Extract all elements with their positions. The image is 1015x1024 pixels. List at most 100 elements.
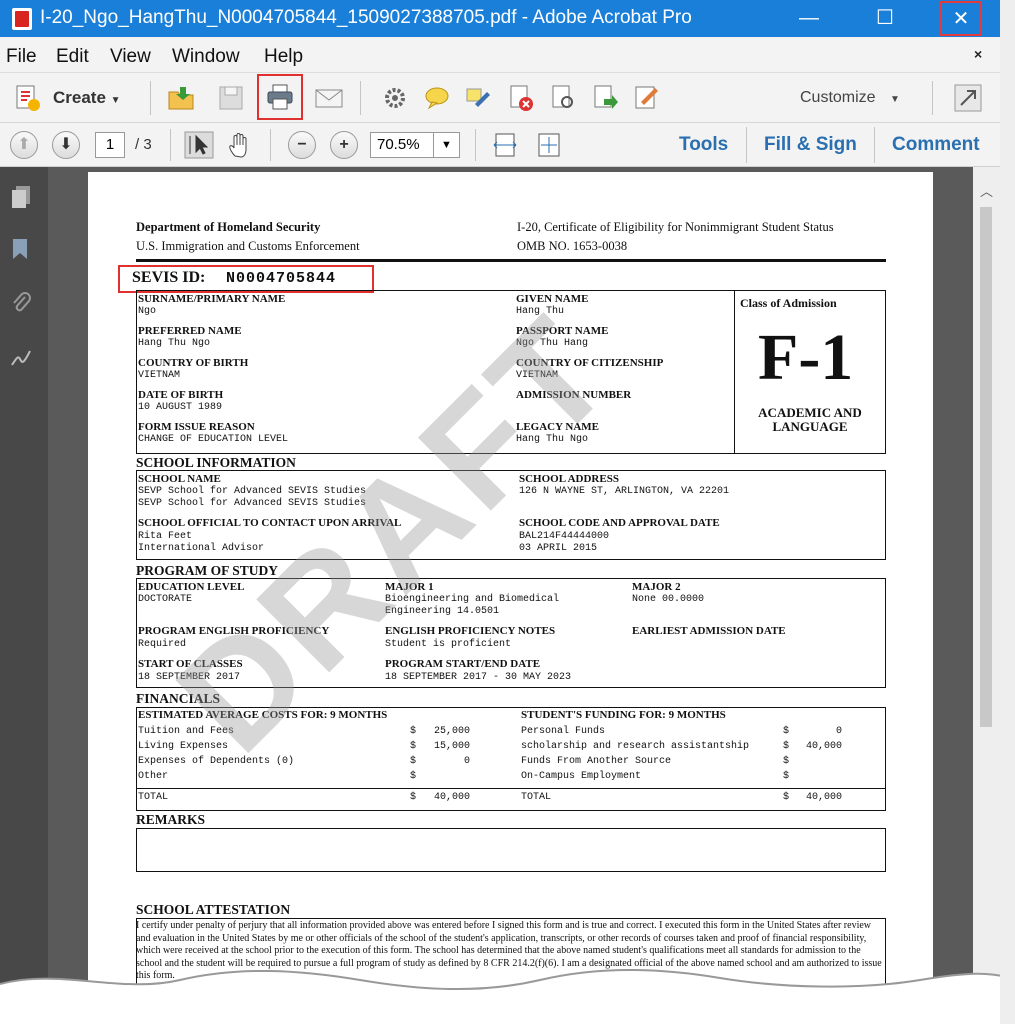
- education-level-value: DOCTORATE: [138, 594, 193, 605]
- toolbar-separator: [475, 129, 476, 161]
- minimize-button[interactable]: —: [786, 0, 832, 37]
- total-cost-label: TOTAL: [138, 792, 169, 803]
- next-page-button[interactable]: ⬇: [52, 131, 80, 159]
- financials-total-rule: [136, 788, 886, 789]
- hand-tool-icon[interactable]: [226, 131, 256, 159]
- menu-view[interactable]: View: [110, 46, 151, 68]
- main-toolbar: Create ▼ Customize ▼: [0, 73, 1000, 123]
- date-of-birth-label: DATE OF BIRTH: [138, 389, 224, 401]
- program-dates-label: PROGRAM START/END DATE: [385, 658, 541, 670]
- print-button[interactable]: [257, 74, 303, 120]
- navigation-toolbar: ⬆ ⬇ 1 / 3 − + 70.5% ▼ Tools Fill & Sign …: [0, 123, 1000, 167]
- zoom-dropdown-button[interactable]: ▼: [434, 132, 460, 158]
- select-cursor-icon[interactable]: [184, 131, 214, 159]
- school-official-name: Rita Feet: [138, 531, 193, 542]
- save-icon[interactable]: [216, 83, 246, 113]
- page-thumbnails-icon[interactable]: [10, 185, 32, 209]
- sevis-id-value: N0004705844: [226, 270, 337, 287]
- comment-pane-button[interactable]: Comment: [892, 134, 980, 156]
- fit-width-icon[interactable]: [492, 132, 518, 158]
- school-info-heading: SCHOOL INFORMATION: [136, 455, 296, 470]
- header-department: Department of Homeland Security: [136, 220, 321, 234]
- zoom-level-input[interactable]: 70.5%: [370, 132, 434, 158]
- total-funding-value: 40,000: [805, 792, 842, 803]
- scrollbar-thumb[interactable]: [980, 207, 992, 727]
- cost-item: Other: [138, 771, 169, 782]
- scroll-up-arrow-icon[interactable]: ︿: [980, 181, 993, 200]
- school-code-value: BAL214F44444000: [519, 531, 610, 542]
- funding-amount: 0: [835, 726, 842, 737]
- funding-item: Personal Funds: [521, 726, 606, 737]
- sevis-id-highlight: SEVIS ID: N0004705844: [118, 265, 374, 293]
- funding-label: STUDENT'S FUNDING FOR: 9 MONTHS: [521, 709, 726, 721]
- toolbar-separator: [746, 127, 747, 163]
- previous-page-button[interactable]: ⬆: [10, 131, 38, 159]
- create-button[interactable]: Create ▼: [53, 88, 121, 108]
- country-of-birth-label: COUNTRY OF BIRTH: [138, 357, 249, 369]
- funding-currency: $: [783, 756, 790, 767]
- cost-currency: $: [410, 741, 417, 752]
- zoom-out-button[interactable]: −: [288, 131, 316, 159]
- funding-item: On-Campus Employment: [521, 771, 642, 782]
- class-of-admission-value: F-1: [758, 321, 854, 394]
- menu-file[interactable]: File: [6, 46, 37, 68]
- funding-amount: 40,000: [805, 741, 842, 752]
- edit-form-icon[interactable]: [632, 83, 662, 113]
- menu-edit[interactable]: Edit: [56, 46, 89, 68]
- form-issue-reason-label: FORM ISSUE REASON: [138, 421, 255, 433]
- sevis-id-label: SEVIS ID:: [132, 269, 206, 286]
- close-document-button[interactable]: ×: [974, 46, 982, 62]
- acrobat-pdf-icon: [12, 8, 32, 30]
- attestation-heading: SCHOOL ATTESTATION: [136, 902, 291, 917]
- expand-icon[interactable]: [953, 83, 983, 113]
- page-number-input[interactable]: 1: [95, 132, 125, 158]
- maximize-button[interactable]: ☐: [862, 0, 908, 37]
- tools-pane-button[interactable]: Tools: [679, 134, 728, 156]
- cost-currency: $: [410, 726, 417, 737]
- screenshot-margin: [1000, 0, 1015, 1024]
- open-folder-icon[interactable]: [166, 83, 196, 113]
- vertical-scrollbar[interactable]: ︿: [973, 167, 1000, 987]
- title-bar: I-20_Ngo_HangThu_N0004705844_15090273887…: [0, 0, 1000, 37]
- signature-icon[interactable]: [10, 347, 32, 371]
- toolbar-separator: [874, 127, 875, 163]
- header-form-title: I-20, Certificate of Eligibility for Non…: [517, 220, 834, 234]
- menu-window[interactable]: Window: [172, 46, 240, 68]
- cost-currency: $: [410, 771, 417, 782]
- email-icon[interactable]: [314, 83, 344, 113]
- school-official-title: International Advisor: [138, 543, 265, 554]
- cost-currency: $: [410, 756, 417, 767]
- zoom-in-button[interactable]: +: [330, 131, 358, 159]
- remarks-heading: REMARKS: [136, 812, 206, 827]
- menu-bar: File Edit View Window Help ×: [0, 37, 1000, 73]
- gear-icon[interactable]: [380, 83, 410, 113]
- menu-help[interactable]: Help: [264, 46, 303, 68]
- fit-page-icon[interactable]: [536, 132, 562, 158]
- preferred-name-label: PREFERRED NAME: [138, 325, 242, 337]
- search-page-icon[interactable]: [548, 83, 578, 113]
- toolbar-separator: [360, 81, 361, 115]
- bookmark-icon[interactable]: [10, 237, 32, 261]
- printer-icon: [267, 84, 293, 110]
- page-total: / 3: [135, 136, 152, 153]
- cost-item: Living Expenses: [138, 741, 229, 752]
- create-pdf-icon[interactable]: [12, 83, 42, 113]
- cost-amount: 25,000: [433, 726, 470, 737]
- funding-item: scholarship and research assistantship: [521, 741, 750, 752]
- funding-currency: $: [783, 741, 790, 752]
- preferred-name-value: Hang Thu Ngo: [138, 338, 211, 349]
- toolbar-separator: [150, 81, 151, 115]
- funding-currency: $: [783, 726, 790, 737]
- major-2-value: None 00.0000: [632, 594, 705, 605]
- class-of-admission-label: Class of Admission: [740, 296, 837, 310]
- export-page-icon[interactable]: [590, 83, 620, 113]
- close-button[interactable]: ✕: [940, 1, 982, 36]
- highlight-pen-icon[interactable]: [464, 83, 494, 113]
- customize-button[interactable]: Customize ▼: [800, 89, 900, 107]
- comment-bubble-icon[interactable]: [422, 83, 452, 113]
- attachment-icon[interactable]: [10, 291, 32, 315]
- total-funding-currency: $: [783, 792, 790, 803]
- delete-page-icon[interactable]: [506, 83, 536, 113]
- pdf-page: Department of Homeland Security U.S. Imm…: [88, 172, 933, 1002]
- fill-sign-pane-button[interactable]: Fill & Sign: [764, 134, 857, 156]
